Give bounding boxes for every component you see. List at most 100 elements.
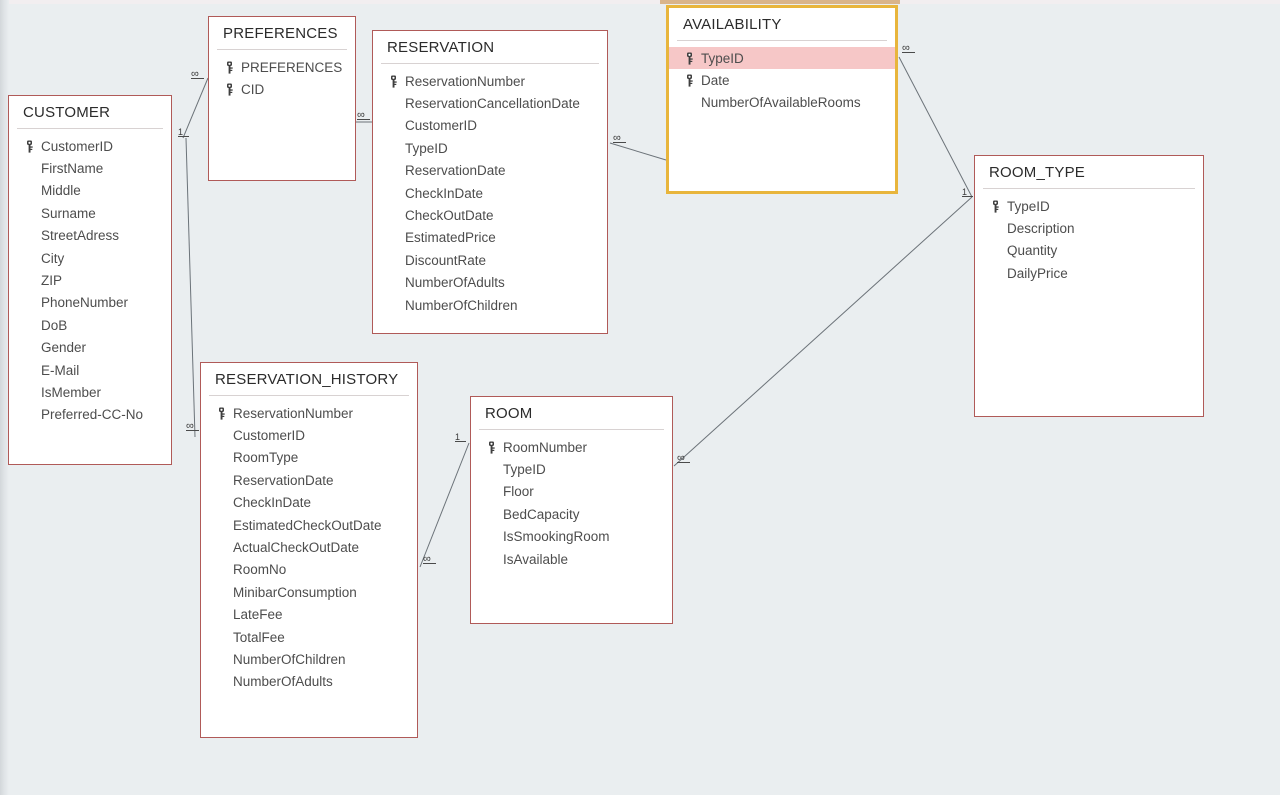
- cardinality-label: ∞: [186, 420, 193, 432]
- table-field-row[interactable]: Middle: [9, 180, 171, 202]
- table-field-row[interactable]: CheckInDate: [201, 492, 417, 514]
- table-room[interactable]: ROOMRoomNumberTypeIDFloorBedCapacityIsSm…: [470, 396, 673, 624]
- table-field-row[interactable]: PREFERENCES: [209, 56, 355, 78]
- table-field-row[interactable]: Quantity: [975, 240, 1203, 262]
- table-field-row[interactable]: BedCapacity: [471, 503, 672, 525]
- table-field-row[interactable]: NumberOfChildren: [201, 648, 417, 670]
- field-name: EstimatedPrice: [403, 230, 496, 245]
- table-field-row[interactable]: MinibarConsumption: [201, 581, 417, 603]
- table-field-row[interactable]: StreetAdress: [9, 225, 171, 247]
- primary-key-icon-slot: [219, 61, 239, 74]
- field-name: CustomerID: [403, 118, 477, 133]
- table-field-row[interactable]: RoomNumber: [471, 436, 672, 458]
- table-field-row[interactable]: ReservationDate: [201, 469, 417, 491]
- table-field-row[interactable]: Preferred-CC-No: [9, 404, 171, 426]
- field-name: ReservationDate: [403, 163, 506, 178]
- table-field-row[interactable]: EstimatedCheckOutDate: [201, 514, 417, 536]
- field-name: NumberOfAdults: [231, 674, 333, 689]
- field-name: ActualCheckOutDate: [231, 540, 359, 555]
- primary-key-icon: [991, 200, 1000, 213]
- primary-key-icon: [217, 407, 226, 420]
- table-field-row[interactable]: IsMember: [9, 381, 171, 403]
- table-field-row[interactable]: TypeID: [471, 458, 672, 480]
- field-name: LateFee: [231, 607, 283, 622]
- table-field-row[interactable]: CheckOutDate: [373, 204, 607, 226]
- table-reservation[interactable]: RESERVATIONReservationNumberReservationC…: [372, 30, 608, 334]
- cardinality-label: ∞: [613, 132, 620, 144]
- relationship-line-reservation-availability[interactable]: [610, 143, 666, 160]
- cardinality-marker-m-cust-pref-inf: ∞: [191, 70, 204, 79]
- table-availability[interactable]: AVAILABILITYTypeIDDateNumberOfAvailableR…: [666, 5, 898, 194]
- table-field-row[interactable]: Date: [669, 69, 895, 91]
- primary-key-icon: [487, 441, 496, 454]
- relationship-line-room-room_type[interactable]: [674, 197, 972, 466]
- table-field-row[interactable]: City: [9, 247, 171, 269]
- primary-key-icon: [25, 140, 34, 153]
- relationship-line-customer-reservation_history[interactable]: [186, 138, 195, 437]
- field-name: ReservationDate: [231, 473, 334, 488]
- table-field-row[interactable]: NumberOfAvailableRooms: [669, 92, 895, 114]
- table-customer[interactable]: CUSTOMERCustomerIDFirstNameMiddleSurname…: [8, 95, 172, 465]
- primary-key-icon-slot: [211, 407, 231, 420]
- table-field-row[interactable]: CheckInDate: [373, 182, 607, 204]
- table-field-row-selected[interactable]: TypeID: [669, 47, 895, 69]
- primary-key-icon-slot: [19, 140, 39, 153]
- table-field-row[interactable]: EstimatedPrice: [373, 227, 607, 249]
- field-name: CustomerID: [231, 428, 305, 443]
- table-field-row[interactable]: ZIP: [9, 269, 171, 291]
- primary-key-icon: [685, 52, 694, 65]
- table-field-row[interactable]: Description: [975, 217, 1203, 239]
- field-name: TotalFee: [231, 630, 285, 645]
- table-field-row[interactable]: DiscountRate: [373, 249, 607, 271]
- primary-key-icon: [389, 75, 398, 88]
- table-field-row[interactable]: LateFee: [201, 604, 417, 626]
- field-name: Description: [1005, 221, 1075, 236]
- field-name: DoB: [39, 318, 67, 333]
- table-field-row[interactable]: NumberOfAdults: [201, 671, 417, 693]
- relationship-line-availability-room_type[interactable]: [899, 57, 972, 197]
- table-field-row[interactable]: ReservationCancellationDate: [373, 92, 607, 114]
- table-field-row[interactable]: ActualCheckOutDate: [201, 536, 417, 558]
- er-diagram-canvas[interactable]: ∞1∞∞∞∞1∞1∞ CUSTOMERCustomerIDFirstNameMi…: [0, 0, 1280, 795]
- field-name: NumberOfAdults: [403, 275, 505, 290]
- table-field-row[interactable]: CustomerID: [9, 135, 171, 157]
- primary-key-icon: [685, 74, 694, 87]
- table-field-row[interactable]: CID: [209, 78, 355, 100]
- table-field-row[interactable]: E-Mail: [9, 359, 171, 381]
- table-field-row[interactable]: DoB: [9, 314, 171, 336]
- table-field-row[interactable]: ReservationNumber: [201, 402, 417, 424]
- field-name: Quantity: [1005, 243, 1057, 258]
- table-field-row[interactable]: ReservationNumber: [373, 70, 607, 92]
- primary-key-icon-slot: [679, 74, 699, 87]
- table-field-row[interactable]: IsAvailable: [471, 548, 672, 570]
- cardinality-label: ∞: [902, 42, 909, 54]
- table-preferences[interactable]: PREFERENCESPREFERENCESCID: [208, 16, 356, 181]
- table-field-row[interactable]: Surname: [9, 202, 171, 224]
- field-name: CID: [239, 82, 264, 97]
- cardinality-label: 1: [178, 127, 183, 137]
- table-field-row[interactable]: DailyPrice: [975, 262, 1203, 284]
- table-reservation_history[interactable]: RESERVATION_HISTORYReservationNumberCust…: [200, 362, 418, 738]
- table-field-row[interactable]: NumberOfAdults: [373, 272, 607, 294]
- table-field-row[interactable]: ReservationDate: [373, 160, 607, 182]
- table-field-row[interactable]: RoomNo: [201, 559, 417, 581]
- table-field-row[interactable]: CustomerID: [373, 115, 607, 137]
- relationship-line-reservation_history-room[interactable]: [420, 443, 469, 567]
- cardinality-marker-m-res-avail-inf: ∞: [613, 134, 626, 143]
- table-title: ROOM_TYPE: [975, 156, 1203, 188]
- field-name: TypeID: [1005, 199, 1050, 214]
- table-field-row[interactable]: TypeID: [373, 137, 607, 159]
- table-field-row[interactable]: IsSmookingRoom: [471, 526, 672, 548]
- table-field-row[interactable]: Gender: [9, 337, 171, 359]
- table-field-row[interactable]: TotalFee: [201, 626, 417, 648]
- table-field-row[interactable]: TypeID: [975, 195, 1203, 217]
- table-field-row[interactable]: FirstName: [9, 157, 171, 179]
- table-field-row[interactable]: NumberOfChildren: [373, 294, 607, 316]
- cardinality-label: 1: [455, 432, 460, 442]
- table-field-row[interactable]: Floor: [471, 481, 672, 503]
- field-name: E-Mail: [39, 363, 79, 378]
- table-field-row[interactable]: RoomType: [201, 447, 417, 469]
- table-field-row[interactable]: PhoneNumber: [9, 292, 171, 314]
- table-field-row[interactable]: CustomerID: [201, 424, 417, 446]
- table-room_type[interactable]: ROOM_TYPE TypeID Description Quantity DailyP…: [974, 155, 1204, 417]
